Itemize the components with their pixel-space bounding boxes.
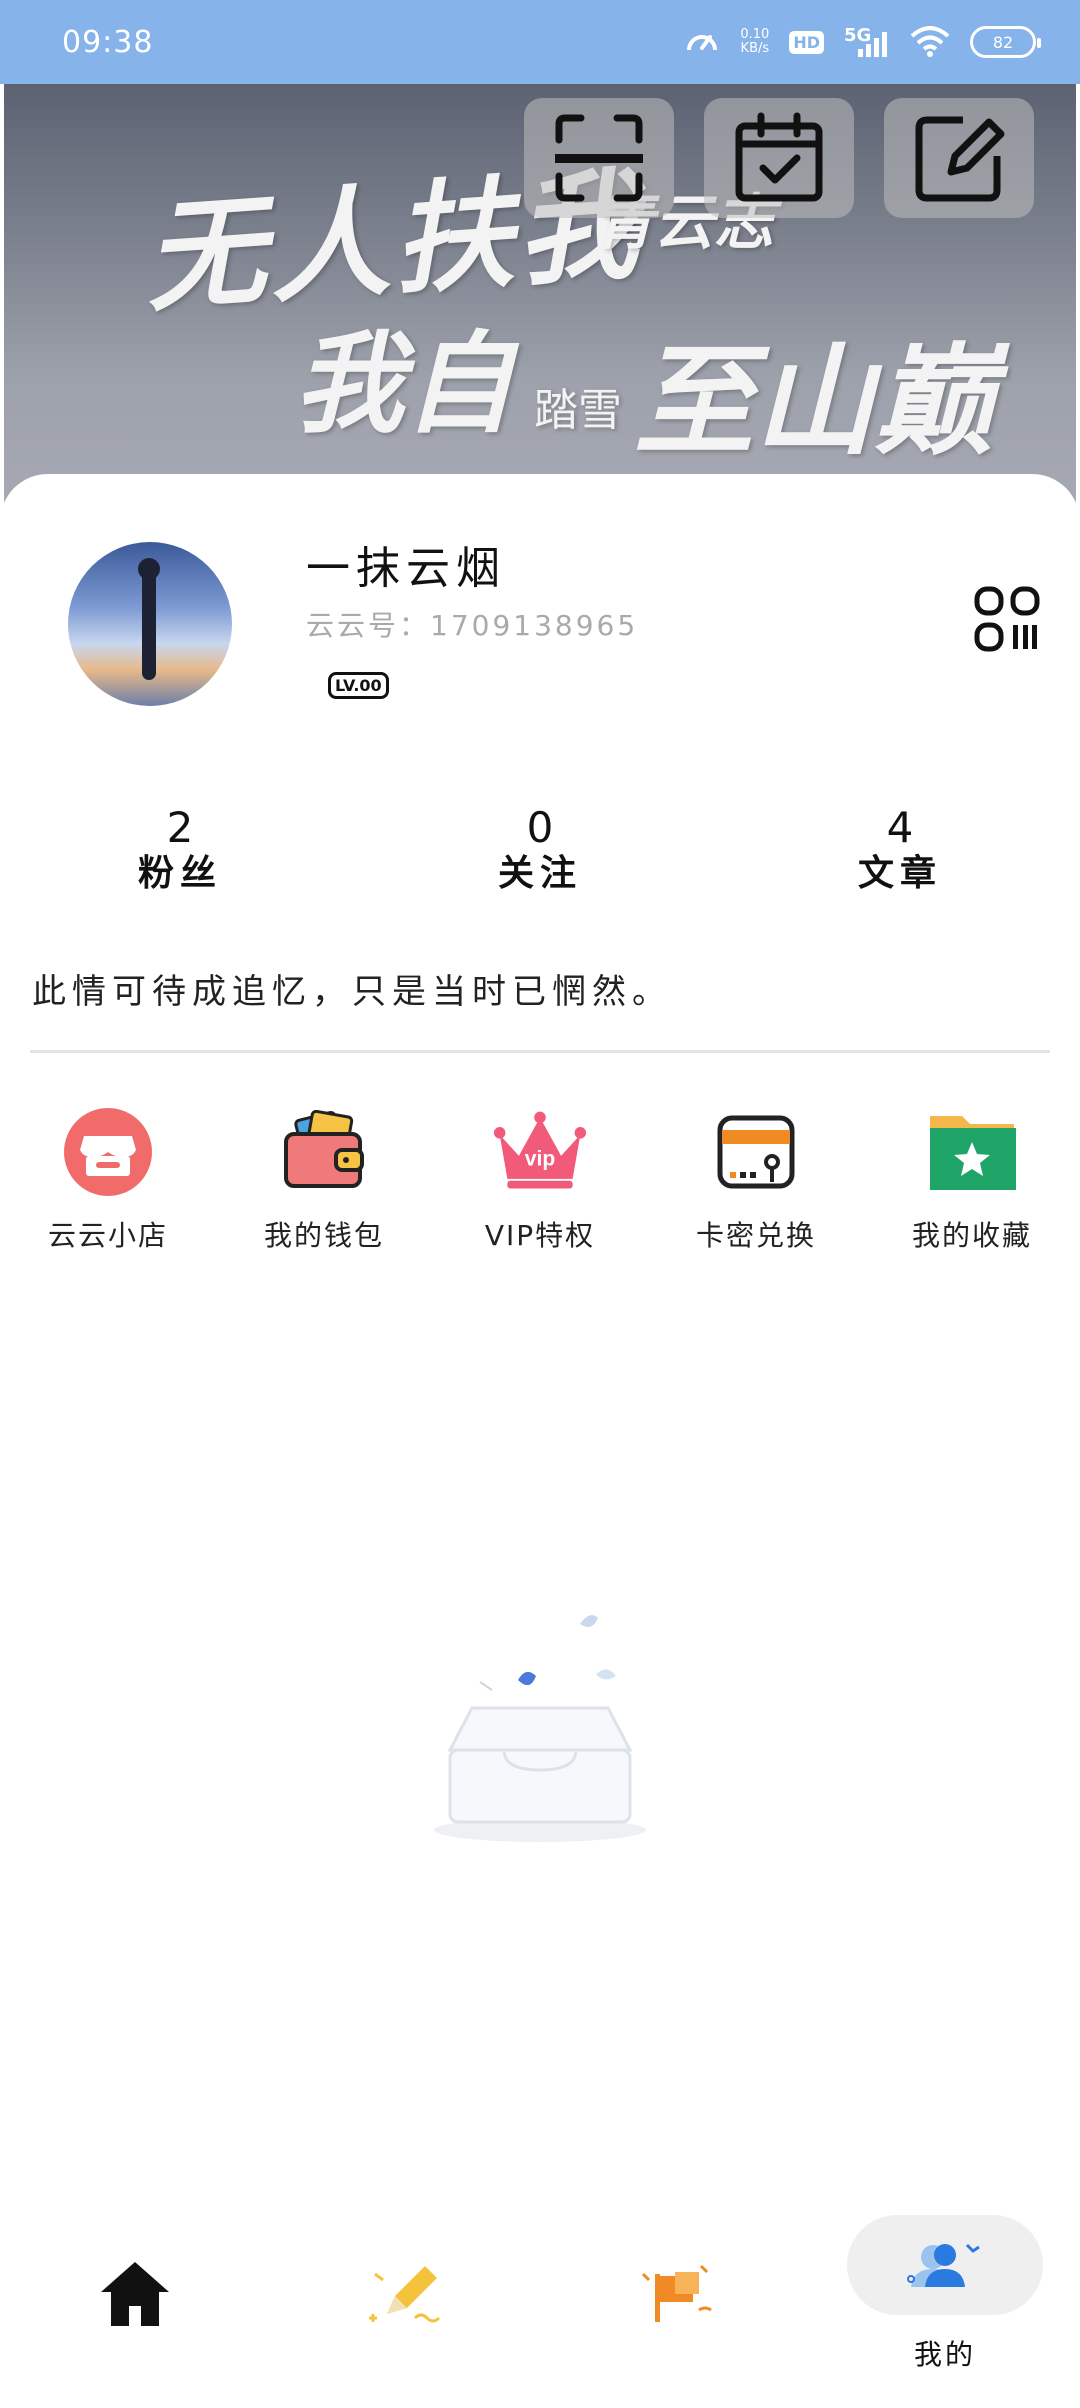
- svg-text:vip: vip: [525, 1147, 556, 1170]
- menu-item-card-redeem[interactable]: 卡密兑换: [648, 1104, 864, 1254]
- user-icon: [907, 2243, 980, 2287]
- menu-item-label: 我的钱包: [263, 1219, 384, 1252]
- avatar[interactable]: [68, 542, 232, 706]
- stat-label: 粉丝: [137, 853, 222, 894]
- flag-icon: [641, 2264, 712, 2322]
- tab-label: 我的: [913, 2338, 976, 2371]
- scan-icon: [555, 114, 643, 202]
- level-badge: LV.00: [328, 672, 389, 699]
- net-speed: 0.10 KB/s: [740, 28, 769, 56]
- card-redeem-icon: [708, 1104, 804, 1200]
- edit-profile-button[interactable]: [884, 98, 1034, 218]
- divider: [30, 1050, 1050, 1053]
- battery-icon: 82: [970, 26, 1041, 58]
- calendar-check-icon: [735, 112, 823, 202]
- user-id: 云云号：1709138965: [306, 609, 639, 642]
- stat-label: 关注: [497, 853, 582, 894]
- checkin-button[interactable]: [704, 98, 854, 218]
- top-actions: [524, 98, 1034, 218]
- pencil-icon: [369, 2266, 441, 2323]
- status-time: 09:38: [62, 24, 154, 60]
- tab-me-highlight: [847, 2215, 1043, 2315]
- edit-icon: [915, 116, 1005, 202]
- stat-value: 2: [166, 803, 194, 852]
- star-folder-icon: [924, 1104, 1020, 1200]
- stat-value: 0: [526, 803, 554, 852]
- menu-item-favorites[interactable]: 我的收藏: [864, 1104, 1080, 1254]
- menu-item-label: 卡密兑换: [695, 1219, 816, 1252]
- menu-item-shop[interactable]: 云云小店: [0, 1104, 216, 1254]
- speedometer-icon: [687, 35, 718, 51]
- scan-button[interactable]: [524, 98, 674, 218]
- stat-articles[interactable]: 4 文章: [720, 804, 1080, 896]
- feature-menu: 云云小店 我的钱包 vip VIP特权 卡密兑换 我的收藏: [0, 1104, 1080, 1254]
- menu-item-label: 云云小店: [47, 1219, 168, 1252]
- status-bar: 09:38 0.10 KB/s HD 5G 82: [0, 0, 1080, 84]
- tab-discover[interactable]: [540, 2180, 810, 2408]
- network-type: 5G: [844, 25, 872, 46]
- menu-item-vip[interactable]: vip VIP特权: [432, 1104, 648, 1254]
- crown-icon: vip: [492, 1104, 588, 1200]
- wallet-icon: [276, 1104, 372, 1200]
- battery-level: 82: [992, 32, 1014, 52]
- stat-followers[interactable]: 2 粉丝: [0, 804, 360, 896]
- banner-line2: 我自: [294, 319, 514, 448]
- menu-item-label: VIP特权: [484, 1219, 596, 1252]
- net-speed-unit: KB/s: [740, 41, 770, 56]
- banner-line2-small: 踏雪: [534, 385, 622, 436]
- status-icons: 0.10 KB/s HD 5G 82: [684, 24, 1041, 60]
- stat-value: 4: [886, 803, 914, 852]
- tab-write[interactable]: [270, 2180, 540, 2408]
- profile-card: 一抹云烟 云云号：1709138965 LV.00 2 粉丝 0 关注 4 文章…: [0, 474, 1080, 2174]
- net-speed-value: 0.10: [740, 27, 770, 42]
- stat-following[interactable]: 0 关注: [360, 804, 720, 896]
- tab-home[interactable]: [0, 2180, 270, 2408]
- qr-code-icon[interactable]: [974, 586, 1040, 652]
- tab-me[interactable]: 我的: [810, 2180, 1080, 2408]
- menu-item-wallet[interactable]: 我的钱包: [216, 1104, 432, 1254]
- avatar-figure-body: [142, 570, 156, 680]
- home-icon: [101, 2262, 169, 2326]
- stats-row: 2 粉丝 0 关注 4 文章: [0, 804, 1080, 896]
- empty-box-icon: [434, 1615, 646, 1842]
- shop-icon: [60, 1104, 156, 1200]
- hd-badge: HD: [789, 30, 824, 54]
- wifi-icon: [910, 26, 950, 57]
- user-motto: 此情可待成追忆，只是当时已惘然。: [32, 972, 672, 1012]
- banner-line3: 至山巅: [634, 331, 994, 472]
- stat-label: 文章: [857, 853, 942, 894]
- cellular-signal-icon: 5G: [844, 25, 890, 59]
- bottom-nav: 我的: [0, 2180, 1080, 2408]
- username: 一抹云烟: [306, 543, 506, 594]
- menu-item-label: 我的收藏: [911, 1219, 1032, 1252]
